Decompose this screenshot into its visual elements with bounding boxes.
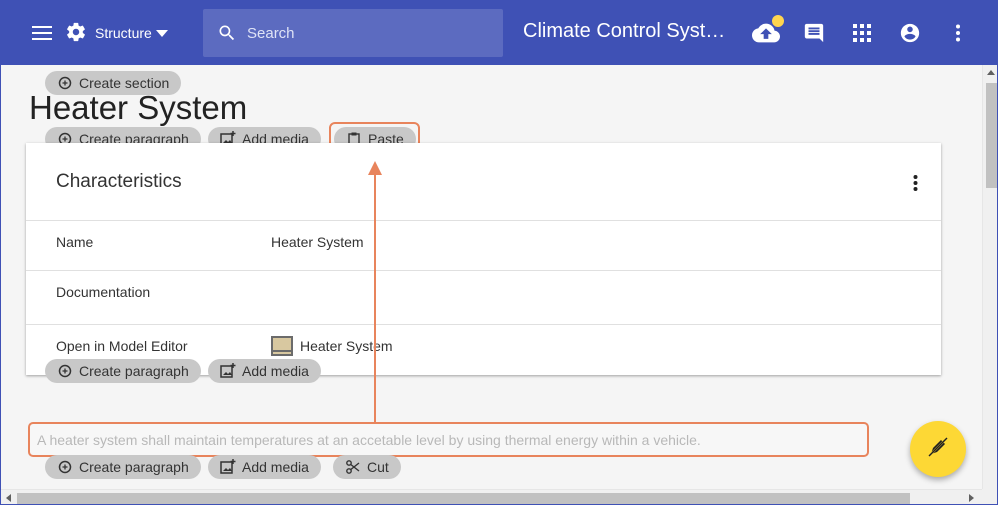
cloud-upload-icon[interactable] [750,15,784,49]
scrollbar-corner [982,489,997,504]
add-media-button[interactable]: Add media [208,359,321,383]
row-label-name: Name [56,234,94,250]
card-title: Characteristics [56,171,182,192]
hamburger-menu-icon[interactable] [26,17,58,49]
scissors-icon [345,459,361,475]
edit-mode-fab[interactable] [910,421,966,477]
scroll-right-arrow-icon[interactable] [969,494,974,502]
structure-dropdown[interactable]: Structure [65,19,168,47]
apps-grid-icon[interactable] [846,17,878,49]
search-input[interactable] [247,24,477,42]
divider [26,270,941,271]
top-app-bar: Structure Climate Control System [1,1,997,65]
add-circle-icon [57,363,73,379]
vertical-scrollbar[interactable] [982,65,997,489]
project-title: Climate Control System [523,20,733,42]
horizontal-scrollbar[interactable] [1,489,982,504]
cut-label: Cut [367,459,389,475]
search-box[interactable] [203,9,503,57]
add-photo-icon [220,363,236,379]
cut-button[interactable]: Cut [333,455,401,479]
divider [26,220,941,221]
page-title: Heater System [29,89,248,126]
annotation-arrow-line [374,175,376,422]
annotation-arrow-head [368,161,382,175]
add-circle-icon [57,459,73,475]
add-media-label: Add media [242,363,309,379]
account-circle-icon[interactable] [894,17,926,49]
row-value-name: Heater System [271,234,364,250]
model-diagram-icon [271,336,293,356]
create-paragraph-button[interactable]: Create paragraph [45,359,201,383]
notification-badge [772,15,784,27]
more-vert-icon[interactable] [942,17,974,49]
characteristics-card: Characteristics Name Heater System Docum… [26,143,941,375]
comment-icon[interactable] [798,17,830,49]
model-editor-link-label: Heater System [300,338,393,354]
gear-icon [65,21,87,46]
vertical-scroll-thumb[interactable] [986,83,997,188]
paragraph-text[interactable]: A heater system shall maintain temperatu… [28,422,869,457]
create-paragraph-label: Create paragraph [79,459,189,475]
add-media-button[interactable]: Add media [208,455,321,479]
search-icon [217,23,237,43]
document-content: Create section Heater System Create para… [1,65,982,489]
more-vert-icon[interactable] [905,171,925,195]
app-window: Structure Climate Control System [0,0,998,505]
add-media-label: Add media [242,459,309,475]
create-paragraph-label: Create paragraph [79,363,189,379]
caret-down-icon [155,25,168,41]
add-photo-icon [220,459,236,475]
create-paragraph-button[interactable]: Create paragraph [45,455,201,479]
scroll-up-arrow-icon[interactable] [987,70,995,75]
scroll-left-arrow-icon[interactable] [6,494,11,502]
row-label-documentation: Documentation [56,284,151,300]
edit-off-icon [927,436,949,463]
row-label-model-editor: Open in Model Editor [56,338,188,354]
divider [26,324,941,325]
structure-label: Structure [95,25,152,41]
horizontal-scroll-thumb[interactable] [17,493,910,504]
